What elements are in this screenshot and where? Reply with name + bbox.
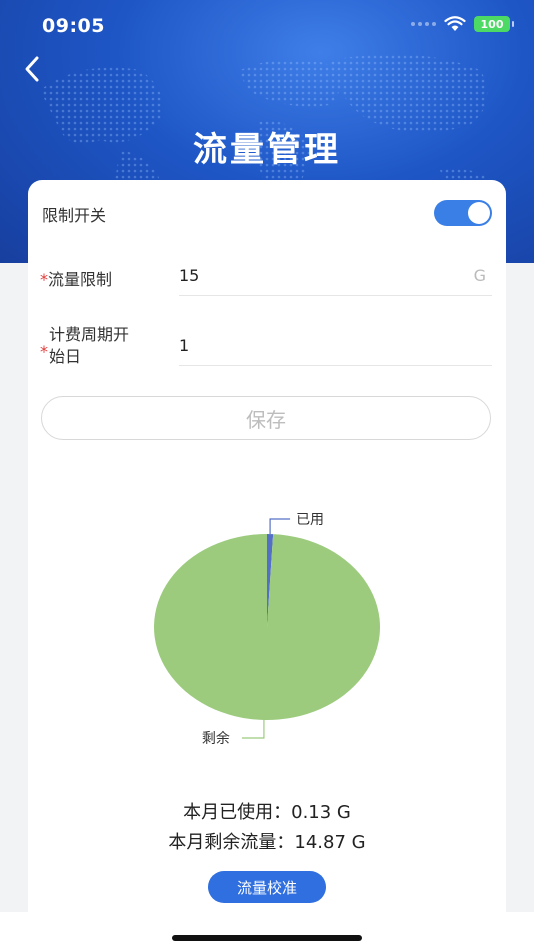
status-indicators: 100 bbox=[411, 16, 514, 32]
home-indicator bbox=[172, 935, 362, 941]
billing-day-input[interactable]: 1 bbox=[179, 336, 189, 355]
status-bar: 09:05 100 bbox=[0, 0, 534, 56]
limit-switch-toggle[interactable] bbox=[434, 200, 492, 226]
traffic-limit-unit: G bbox=[473, 266, 486, 285]
calibrate-button[interactable]: 流量校准 bbox=[208, 871, 326, 903]
pie-leader-used bbox=[269, 518, 291, 535]
traffic-limit-label-text: 流量限制 bbox=[48, 270, 113, 289]
settings-card: 限制开关 *流量限制 15 G * 计费周期开 始日 1 保存 已用 剩余 本月已… bbox=[28, 180, 506, 930]
battery-icon: 100 bbox=[474, 16, 514, 32]
traffic-limit-underline bbox=[179, 295, 492, 296]
limit-switch-label: 限制开关 bbox=[42, 206, 107, 225]
required-mark-billing: * bbox=[40, 342, 48, 361]
remaining-summary: 本月剩余流量：14.87 G bbox=[168, 832, 366, 853]
billing-day-label: 计费周期开 始日 bbox=[49, 324, 129, 368]
pie-label-remaining: 剩余 bbox=[202, 730, 230, 747]
billing-day-label-line1: 计费周期开 bbox=[49, 325, 130, 344]
back-icon[interactable] bbox=[18, 54, 48, 84]
status-time: 09:05 bbox=[42, 15, 105, 37]
traffic-limit-label: *流量限制 bbox=[40, 266, 112, 290]
traffic-limit-input[interactable]: 15 bbox=[179, 266, 199, 285]
page-title: 流量管理 bbox=[193, 130, 341, 170]
required-mark: * bbox=[40, 270, 48, 289]
pie-label-used: 已用 bbox=[296, 512, 324, 528]
save-button[interactable]: 保存 bbox=[41, 396, 491, 440]
cellular-signal-icon bbox=[411, 22, 436, 26]
traffic-pie-chart: 已用剩余 bbox=[154, 512, 381, 747]
billing-day-label-line2: 始日 bbox=[49, 347, 82, 366]
pie-leader-remaining bbox=[241, 719, 265, 739]
wifi-icon bbox=[444, 16, 466, 31]
toggle-knob bbox=[468, 202, 490, 224]
used-summary: 本月已使用：0.13 G bbox=[183, 802, 351, 823]
billing-day-underline bbox=[179, 365, 492, 366]
